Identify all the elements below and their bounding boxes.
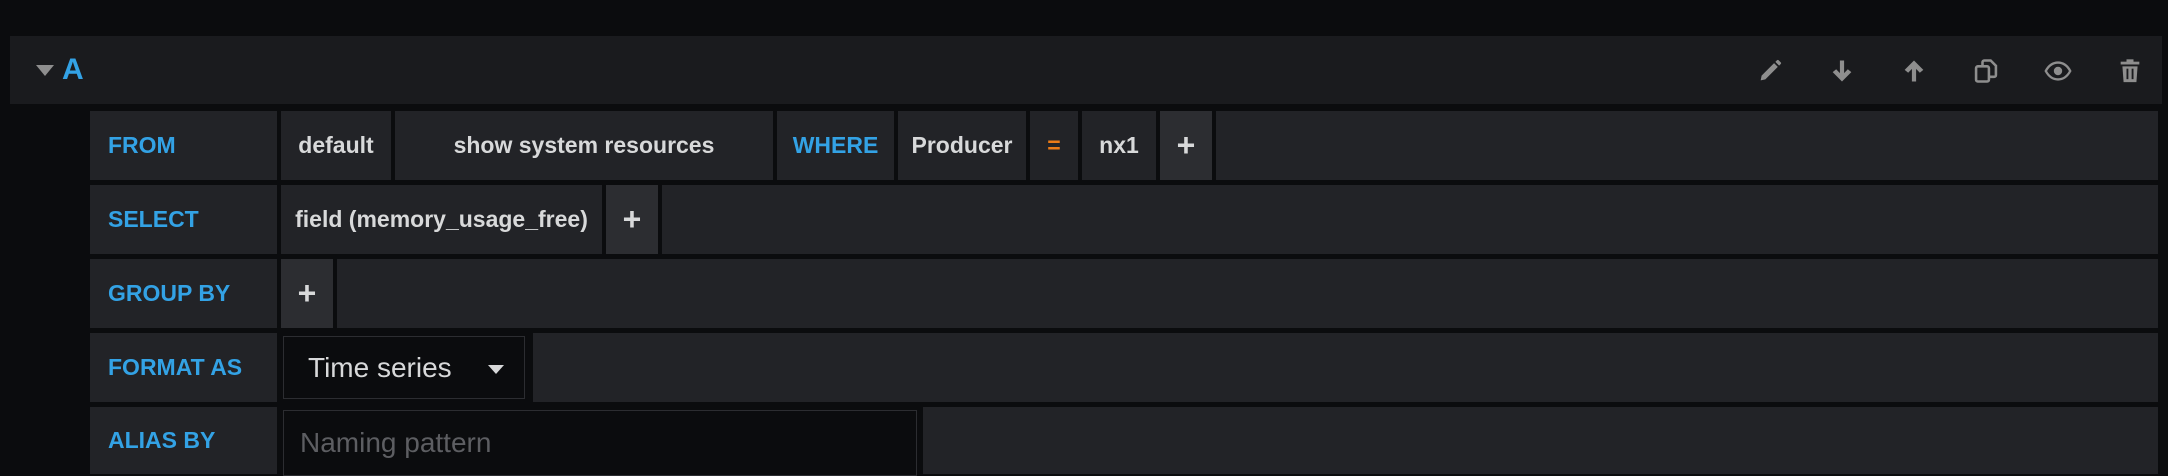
add-condition-button[interactable]: + <box>1160 111 1212 180</box>
measurement-segment[interactable]: show system resources <box>395 111 773 180</box>
from-row: FROM default show system resources WHERE… <box>90 111 2158 180</box>
add-group-by-button[interactable]: + <box>281 259 333 328</box>
pencil-icon[interactable] <box>1753 54 1787 88</box>
format-as-keyword: FORMAT AS <box>90 333 277 402</box>
group-by-keyword: GROUP BY <box>90 259 277 328</box>
chevron-down-icon <box>488 365 504 374</box>
tag-key-segment[interactable]: Producer <box>898 111 1026 180</box>
tag-value-segment[interactable]: nx1 <box>1082 111 1156 180</box>
alias-input[interactable] <box>283 410 917 476</box>
select-keyword: SELECT <box>90 185 277 254</box>
format-as-value: Time series <box>308 351 452 383</box>
field-segment[interactable]: field (memory_usage_free) <box>281 185 602 254</box>
arrow-down-icon[interactable] <box>1825 54 1859 88</box>
arrow-up-icon[interactable] <box>1897 54 1931 88</box>
collapse-caret-icon[interactable] <box>36 65 54 76</box>
select-row-filler <box>662 185 2158 254</box>
add-select-button[interactable]: + <box>606 185 658 254</box>
group-by-row: GROUP BY + <box>90 259 2158 328</box>
alias-by-row: ALIAS BY <box>90 407 2158 476</box>
operator-segment[interactable]: = <box>1030 111 1078 180</box>
policy-segment[interactable]: default <box>281 111 391 180</box>
select-row: SELECT field (memory_usage_free) + <box>90 185 2158 254</box>
where-keyword: WHERE <box>777 111 894 180</box>
from-keyword: FROM <box>90 111 277 180</box>
query-letter[interactable]: A <box>62 50 84 90</box>
group-by-row-filler <box>337 259 2158 328</box>
format-as-select[interactable]: Time series <box>283 336 525 399</box>
format-as-row: FORMAT AS Time series <box>90 333 2158 402</box>
format-as-row-filler <box>533 333 2158 402</box>
alias-by-keyword: ALIAS BY <box>90 407 277 474</box>
copy-icon[interactable] <box>1969 54 2003 88</box>
eye-icon[interactable] <box>2041 54 2075 88</box>
from-row-filler <box>1216 111 2158 180</box>
alias-by-row-filler <box>923 407 2158 474</box>
query-header: A <box>10 36 2162 104</box>
trash-icon[interactable] <box>2113 54 2147 88</box>
